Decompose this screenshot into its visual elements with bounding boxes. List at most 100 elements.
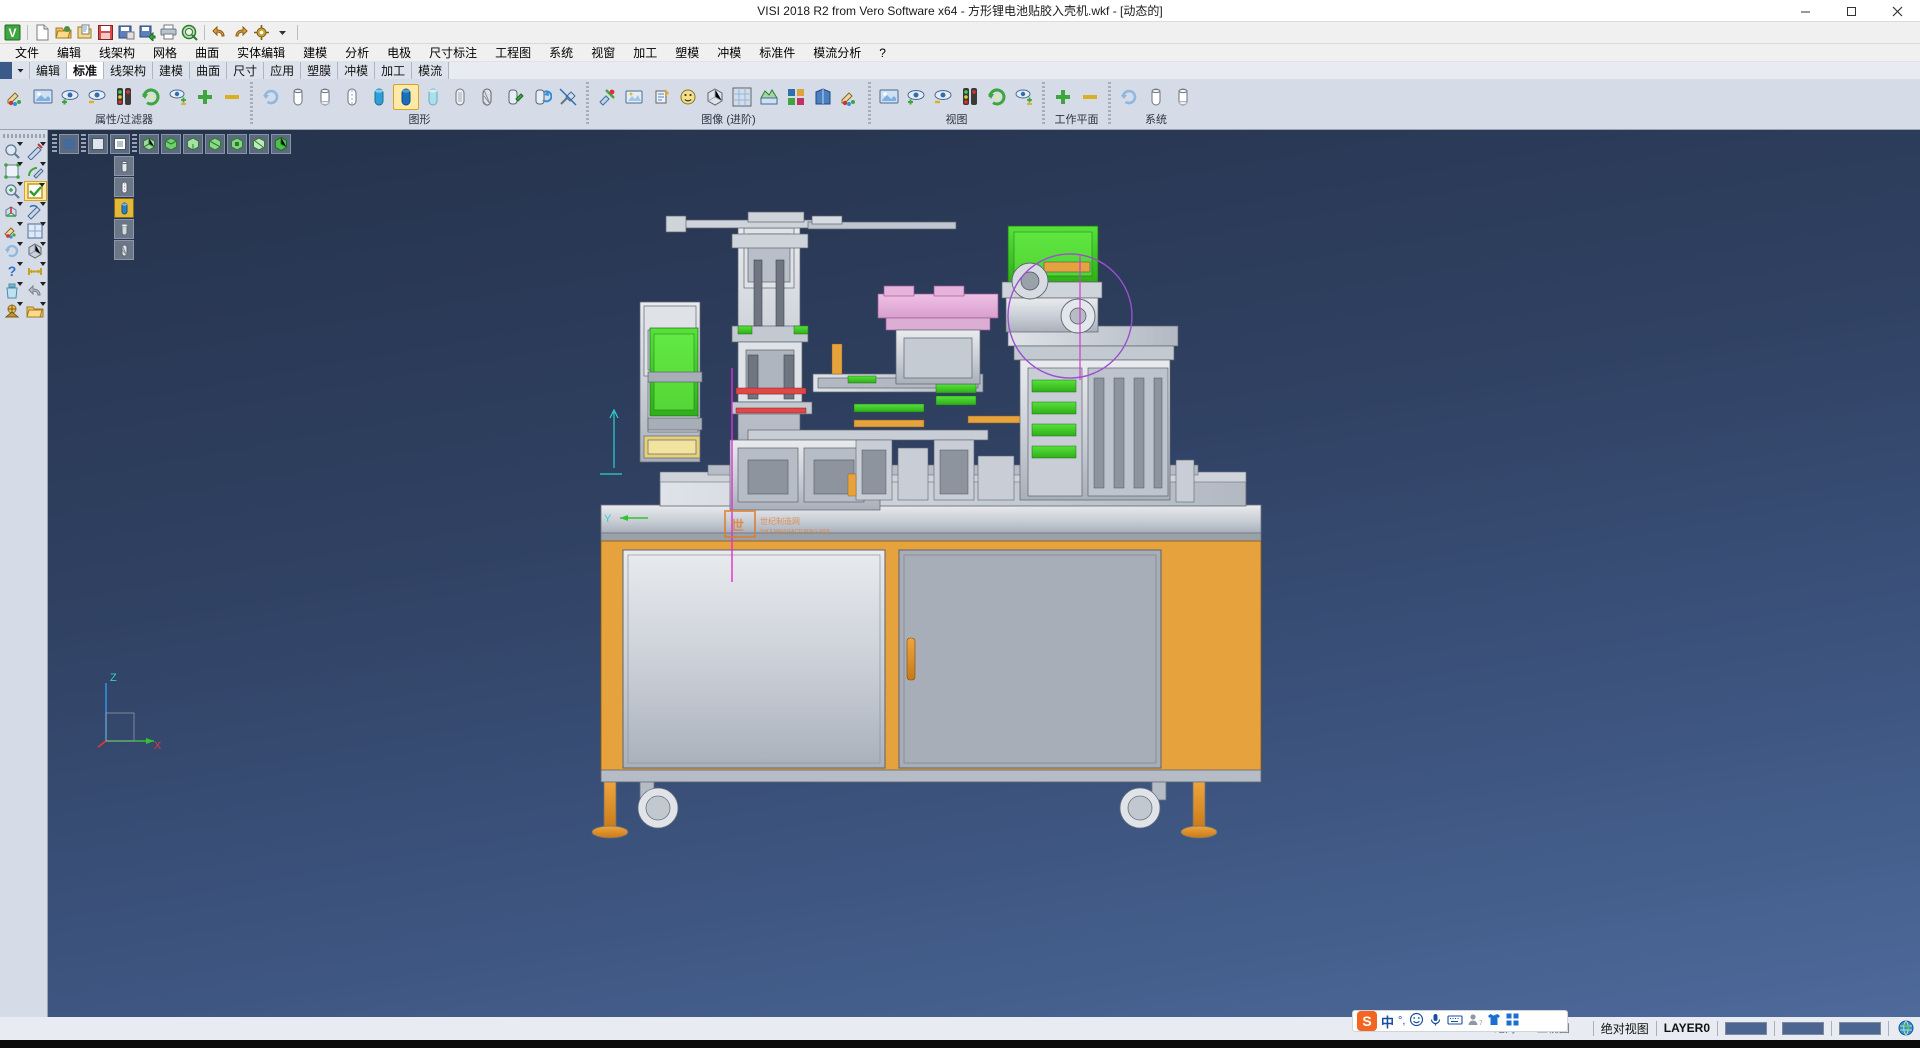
menu-item-8[interactable]: 电极 [378, 44, 420, 62]
left-palette-grip[interactable] [3, 134, 45, 138]
cad-model[interactable]: 世 世纪制造网 SHIJI MANUFACTURING WEB [48, 130, 1920, 1017]
ribbon-tab-应用[interactable]: 应用 [264, 62, 301, 79]
tab-dropdown-icon[interactable] [12, 62, 30, 79]
ime-mic-icon[interactable] [1428, 1012, 1443, 1030]
ime-user-icon[interactable]: 7 [1467, 1012, 1482, 1030]
delete-icon[interactable] [1, 281, 24, 301]
attributes-icon[interactable] [3, 84, 29, 110]
add-visible-icon[interactable] [192, 84, 218, 110]
dimension-icon[interactable] [24, 261, 47, 281]
view-recall-icon[interactable] [984, 84, 1010, 110]
undo-icon[interactable] [210, 23, 229, 42]
color-palette-icon[interactable] [1, 221, 24, 241]
clean-graphics-icon[interactable] [555, 84, 581, 110]
adv-shade4-icon[interactable] [783, 84, 809, 110]
ime-keyboard-icon[interactable] [1447, 1012, 1463, 1030]
menu-item-7[interactable]: 分析 [336, 44, 378, 62]
adv-show-icon[interactable] [594, 84, 620, 110]
ribbon-tab-线架构[interactable]: 线架构 [104, 62, 153, 79]
adv-shade6-icon[interactable] [837, 84, 863, 110]
render-icon[interactable] [501, 84, 527, 110]
maximize-button[interactable] [1828, 0, 1874, 22]
zoom-window-icon[interactable] [1, 141, 24, 161]
color-swatch-1[interactable] [1725, 1022, 1767, 1035]
print-icon[interactable] [159, 23, 178, 42]
redo-icon[interactable] [231, 23, 250, 42]
ribbon-tab-塑膜[interactable]: 塑膜 [301, 62, 338, 79]
view-cube-icon[interactable] [24, 241, 47, 261]
globe-icon[interactable] [1896, 1019, 1916, 1037]
ribbon-tab-模流[interactable]: 模流 [412, 62, 449, 79]
canvas-area[interactable]: 世 世纪制造网 SHIJI MANUFACTURING WEB [48, 130, 1920, 1017]
adv-shade2-icon[interactable] [729, 84, 755, 110]
menu-item-12[interactable]: 视窗 [582, 44, 624, 62]
adv-shade5-icon[interactable] [810, 84, 836, 110]
wireframe-icon[interactable] [285, 84, 311, 110]
edit-curve-icon[interactable] [24, 201, 47, 221]
adv-shade3-icon[interactable] [756, 84, 782, 110]
fit-screen-icon[interactable] [1, 161, 24, 181]
menu-item-11[interactable]: 系统 [540, 44, 582, 62]
view-measure-icon[interactable] [957, 84, 983, 110]
open-file-icon[interactable] [54, 23, 73, 42]
shaded-edges-icon[interactable] [393, 84, 419, 110]
ime-punctuation-label[interactable]: °, [1398, 1015, 1405, 1027]
menu-item-1[interactable]: 编辑 [48, 44, 90, 62]
hidden-dashed-icon[interactable] [339, 84, 365, 110]
adv-light-icon[interactable] [621, 84, 647, 110]
assembly-icon[interactable] [1, 301, 24, 321]
view-fit-icon[interactable] [930, 84, 956, 110]
adv-shade1-icon[interactable] [702, 84, 728, 110]
menu-item-15[interactable]: 冲模 [708, 44, 750, 62]
section-icon[interactable] [474, 84, 500, 110]
sys-layers-icon[interactable] [1143, 84, 1169, 110]
draw-arc-icon[interactable] [24, 161, 47, 181]
ime-floating-bar[interactable]: S 中 °, 7 [1352, 1010, 1568, 1032]
3d-viewport[interactable]: 世 世纪制造网 SHIJI MANUFACTURING WEB [48, 130, 1920, 1017]
ribbon-tab-加工[interactable]: 加工 [375, 62, 412, 79]
open-folder-icon[interactable] [24, 301, 47, 321]
outline-icon[interactable] [447, 84, 473, 110]
entity-filter-icon[interactable] [30, 84, 56, 110]
menu-item-18[interactable]: ? [870, 44, 895, 62]
refresh-view-icon[interactable] [138, 84, 164, 110]
view-face-icon[interactable] [1011, 84, 1037, 110]
save-as-icon[interactable] [117, 23, 136, 42]
adv-toggle-icon[interactable] [675, 84, 701, 110]
traffic-light-icon[interactable] [111, 84, 137, 110]
sys-color-icon[interactable] [1116, 84, 1142, 110]
refresh-render-icon[interactable] [528, 84, 554, 110]
view-rotate-icon[interactable] [876, 84, 902, 110]
rotate-axis-icon[interactable] [1, 201, 24, 221]
ribbon-tab-编辑[interactable]: 编辑 [30, 62, 67, 79]
toggle-visibility-icon[interactable] [165, 84, 191, 110]
menu-item-9[interactable]: 尺寸标注 [420, 44, 486, 62]
menu-item-13[interactable]: 加工 [624, 44, 666, 62]
app-logo-icon[interactable]: V [3, 23, 22, 42]
adv-refresh-icon[interactable] [648, 84, 674, 110]
menu-item-6[interactable]: 建模 [294, 44, 336, 62]
menu-item-5[interactable]: 实体编辑 [228, 44, 294, 62]
color-swatch-2[interactable] [1782, 1022, 1824, 1035]
show-plus-icon[interactable] [57, 84, 83, 110]
undo-arrow-icon[interactable] [24, 281, 47, 301]
save-all-icon[interactable] [138, 23, 157, 42]
menu-item-3[interactable]: 网格 [144, 44, 186, 62]
refresh-icon[interactable] [1, 241, 24, 261]
minimize-button[interactable] [1782, 0, 1828, 22]
ime-mode-label[interactable]: 中 [1381, 1012, 1394, 1031]
menu-item-10[interactable]: 工程图 [486, 44, 540, 62]
wp-list-icon[interactable] [1077, 84, 1103, 110]
status-layer[interactable]: LAYER0 [1664, 1021, 1710, 1035]
menu-item-2[interactable]: 线架构 [90, 44, 144, 62]
menu-item-17[interactable]: 模流分析 [804, 44, 870, 62]
ime-logo-icon[interactable]: S [1357, 1011, 1377, 1031]
save-icon[interactable] [96, 23, 115, 42]
ime-emoji-icon[interactable] [1409, 1012, 1424, 1030]
qat-dropdown-icon[interactable] [273, 23, 292, 42]
show-minus-icon[interactable] [84, 84, 110, 110]
help-icon[interactable]: ? [1, 261, 24, 281]
ribbon-tab-标准[interactable]: 标准 [67, 62, 104, 79]
wp-define-icon[interactable] [1050, 84, 1076, 110]
ime-shirt-icon[interactable] [1486, 1012, 1501, 1030]
